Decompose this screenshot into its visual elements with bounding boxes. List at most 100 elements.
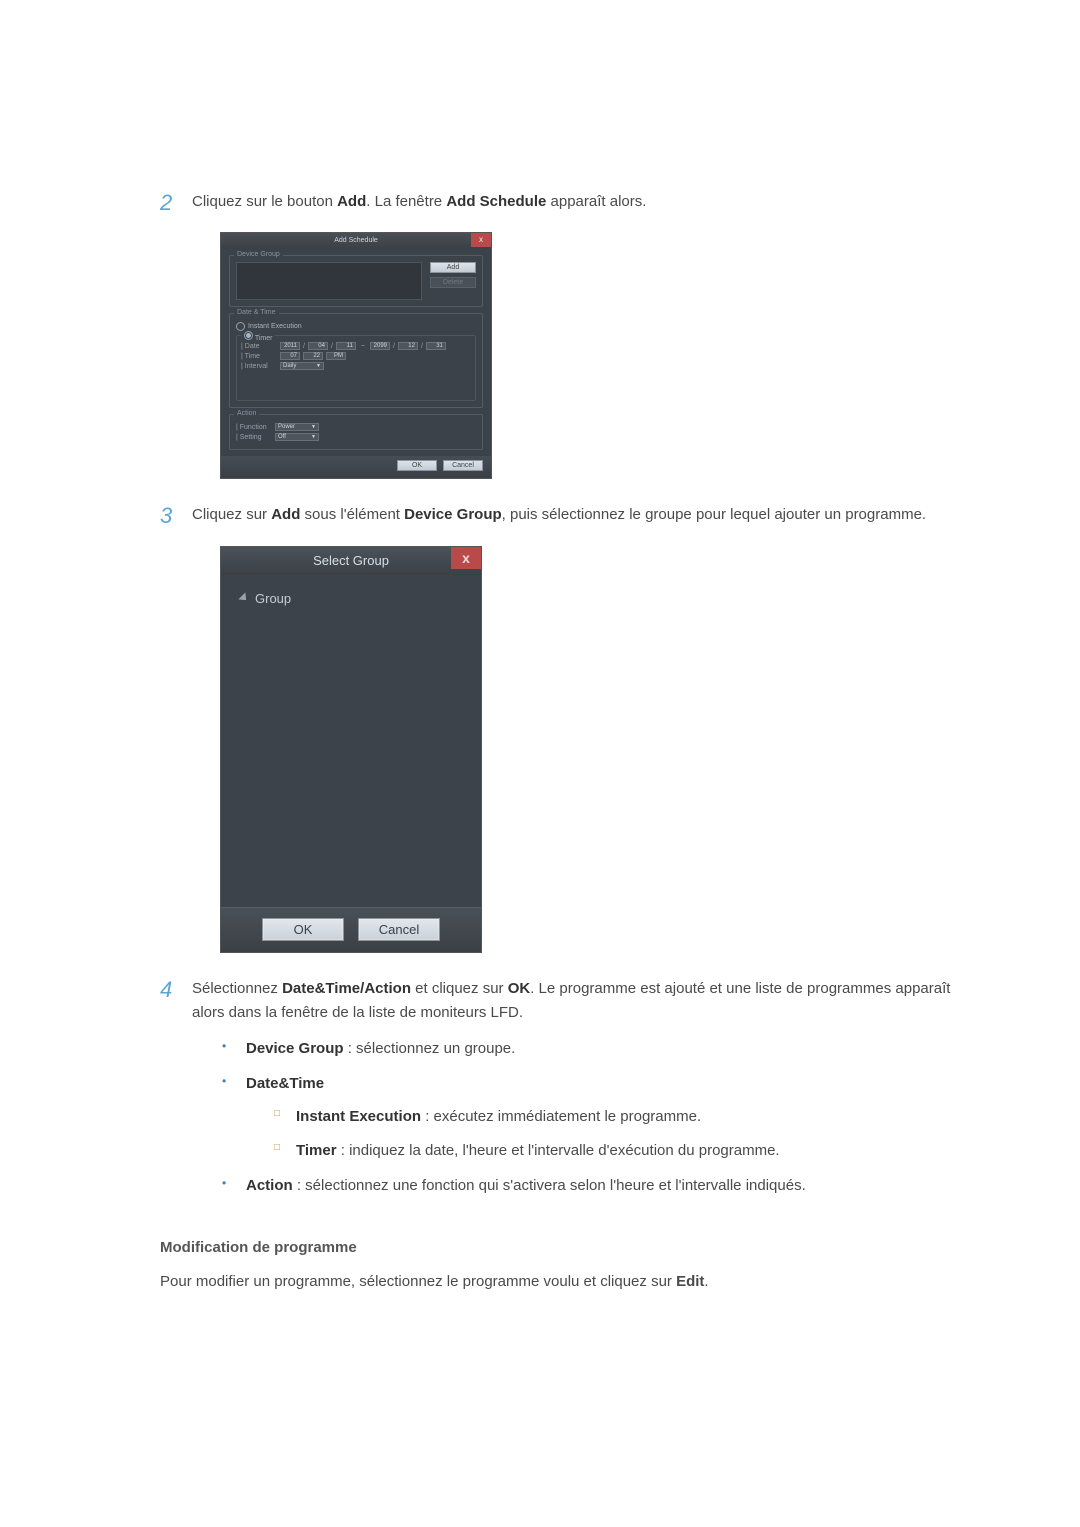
chevron-down-icon: ▼ <box>316 363 321 369</box>
date-y1[interactable]: 2011 <box>280 342 300 350</box>
bold: Date&Time/Action <box>282 980 411 997</box>
dialog-titlebar: Add Schedule x <box>221 233 491 249</box>
time-label: | Time <box>241 353 277 360</box>
text: : exécutez immédiatement le programme. <box>421 1108 701 1125</box>
bold: Add <box>271 506 300 523</box>
function-select[interactable]: Power ▼ <box>275 423 319 431</box>
text: , puis sélectionnez le groupe pour leque… <box>502 506 926 523</box>
step-2: 2 Cliquez sur le bouton Add. La fenêtre … <box>160 190 980 216</box>
timer-group: Timer | Date 2011/04/11 ~ 2099/12/31 | T… <box>236 335 476 401</box>
list-item: Device Group : sélectionnez un groupe. <box>222 1037 980 1060</box>
paragraph: Pour modifier un programme, sélectionnez… <box>160 1270 980 1294</box>
instant-execution-label: Instant Execution <box>248 323 302 330</box>
section-heading: Modification de programme <box>160 1239 980 1256</box>
tree-root-label: Group <box>255 591 291 606</box>
bold: Instant Execution <box>296 1108 421 1125</box>
text: Pour modifier un programme, sélectionnez… <box>160 1273 676 1290</box>
add-button[interactable]: Add <box>430 262 476 273</box>
cancel-button[interactable]: Cancel <box>358 918 440 941</box>
bold: Add <box>337 193 366 210</box>
dialog-footer: OK Cancel <box>221 456 491 478</box>
action-section: Action | Function Power▼ | Setting Off▼ <box>229 414 483 450</box>
close-icon[interactable]: x <box>471 233 491 247</box>
time-hh[interactable]: 07 <box>280 352 300 360</box>
step-text: Cliquez sur le bouton Add. La fenêtre Ad… <box>192 190 980 214</box>
text: et cliquez sur <box>411 980 508 997</box>
interval-select[interactable]: Daily ▼ <box>280 362 324 370</box>
radio-instant[interactable] <box>236 322 245 331</box>
setting-select[interactable]: Off ▼ <box>275 433 319 441</box>
text: Cliquez sur <box>192 506 271 523</box>
bold: Device Group <box>246 1040 344 1057</box>
device-group-list[interactable] <box>236 262 422 300</box>
sep: / <box>303 343 305 350</box>
step-3: 3 Cliquez sur Add sous l'élément Device … <box>160 503 980 529</box>
text: : sélectionnez un groupe. <box>344 1040 516 1057</box>
delete-button[interactable]: Delete <box>430 277 476 288</box>
step-text: Cliquez sur Add sous l'élément Device Gr… <box>192 503 980 527</box>
date-label: | Date <box>241 343 277 350</box>
sep: / <box>421 343 423 350</box>
list-item: Timer : indiquez la date, l'heure et l'i… <box>274 1139 980 1162</box>
bold: Add Schedule <box>446 193 546 210</box>
timer-group-label: Timer <box>241 331 275 342</box>
text: Sélectionnez <box>192 980 282 997</box>
section-label: Device Group <box>234 251 283 258</box>
bullet-list: Device Group : sélectionnez un groupe. D… <box>192 1037 980 1197</box>
step-number: 2 <box>160 190 192 216</box>
date-m2[interactable]: 12 <box>398 342 418 350</box>
device-group-section: Device Group Add Delete <box>229 255 483 307</box>
date-time-section: Date & Time Instant Execution Timer | Da… <box>229 313 483 408</box>
timer-label: Timer <box>255 335 273 342</box>
setting-label: | Setting <box>236 434 272 441</box>
cancel-button[interactable]: Cancel <box>443 460 483 471</box>
list-item: Instant Execution : exécutez immédiateme… <box>274 1105 980 1128</box>
text: : indiquez la date, l'heure et l'interva… <box>337 1142 780 1159</box>
setting-value: Off <box>278 434 286 440</box>
group-tree[interactable]: Group <box>221 575 481 907</box>
ok-button[interactable]: OK <box>397 460 437 471</box>
tilde: ~ <box>361 343 365 350</box>
bullet-sublist: Instant Execution : exécutez immédiateme… <box>246 1105 980 1162</box>
interval-label: | Interval <box>241 363 277 370</box>
date-m1[interactable]: 04 <box>308 342 328 350</box>
dialog-footer: OK Cancel <box>221 907 481 952</box>
time-ampm[interactable]: PM <box>326 352 346 360</box>
ok-button[interactable]: OK <box>262 918 344 941</box>
dialog-title: Select Group <box>313 553 389 568</box>
function-label: | Function <box>236 424 272 431</box>
expand-icon[interactable] <box>238 593 249 604</box>
radio-timer[interactable] <box>244 331 253 340</box>
tree-root-item[interactable]: Group <box>239 591 463 606</box>
select-group-screenshot: Select Group x Group OK Cancel <box>220 546 980 953</box>
step-4: 4 Sélectionnez Date&Time/Action et cliqu… <box>160 977 980 1209</box>
time-mm[interactable]: 22 <box>303 352 323 360</box>
add-schedule-dialog: Add Schedule x Device Group Add Delete D… <box>220 232 492 479</box>
bold: Action <box>246 1177 293 1194</box>
dialog-titlebar: Select Group x <box>221 547 481 575</box>
bold: OK <box>508 980 531 997</box>
function-value: Power <box>278 424 295 430</box>
text: . La fenêtre <box>366 193 446 210</box>
bold: Device Group <box>404 506 502 523</box>
bold: Timer <box>296 1142 337 1159</box>
section-label: Action <box>234 410 259 417</box>
text: sous l'élément <box>300 506 404 523</box>
sep: / <box>393 343 395 350</box>
select-group-dialog: Select Group x Group OK Cancel <box>220 546 482 953</box>
chevron-down-icon: ▼ <box>311 434 316 440</box>
step-number: 4 <box>160 977 192 1003</box>
bold: Date&Time <box>246 1075 324 1092</box>
date-y2[interactable]: 2099 <box>370 342 390 350</box>
section-label: Date & Time <box>234 309 279 316</box>
chevron-down-icon: ▼ <box>311 424 316 430</box>
interval-value: Daily <box>283 363 296 369</box>
close-icon[interactable]: x <box>451 547 481 569</box>
page-content: 2 Cliquez sur le bouton Add. La fenêtre … <box>0 0 1080 1428</box>
text: Cliquez sur le bouton <box>192 193 337 210</box>
date-d1[interactable]: 11 <box>336 342 356 350</box>
text: apparaît alors. <box>546 193 646 210</box>
dialog-title: Add Schedule <box>334 237 378 244</box>
date-d2[interactable]: 31 <box>426 342 446 350</box>
add-schedule-screenshot: Add Schedule x Device Group Add Delete D… <box>220 232 980 479</box>
